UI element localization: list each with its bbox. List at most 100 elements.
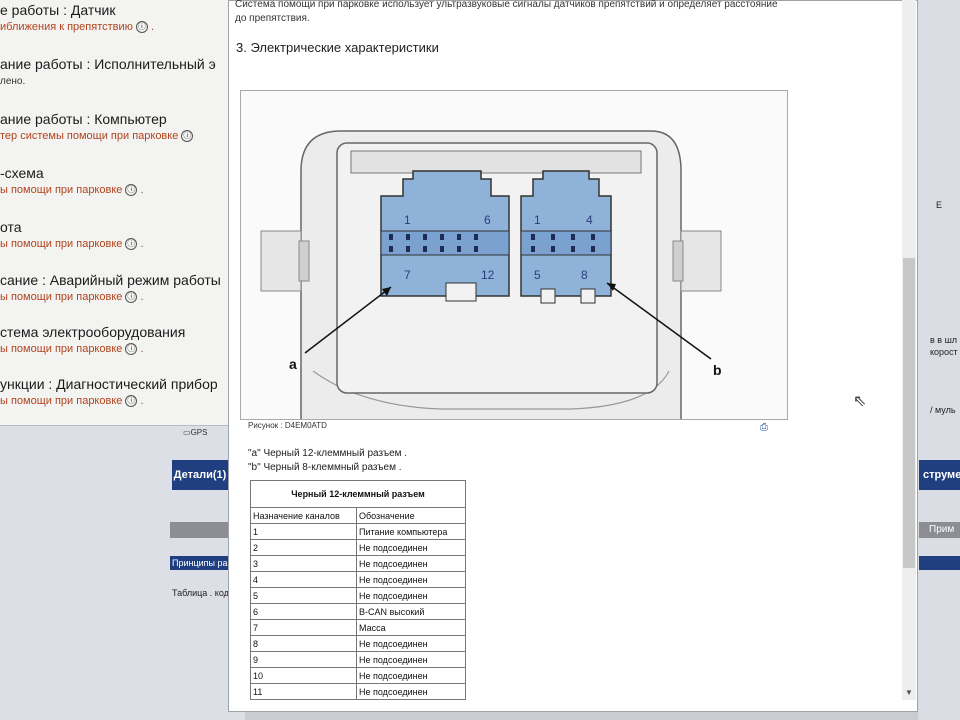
table-cell: 2 [250,539,357,556]
table-cell: Не подсоединен [356,539,466,556]
connector-b-key [540,288,556,304]
description-b: "b" Черный 8-клеммный разъем . [248,462,402,473]
bg-item-sensor[interactable]: е работы : Датчик иближения к препятстви… [0,2,154,33]
left-latch [260,230,302,292]
right-text: Е [936,200,943,210]
table-title: Черный 12-клеммный разъем [250,480,466,508]
bg-item-link[interactable]: ы помощи при парковке ⓘ . [0,184,144,196]
left-latch-tab [298,240,310,282]
table-cell: 4 [250,571,357,588]
connector-b-pin-label: 4 [586,213,593,227]
bg-item-title: ание работы : Исполнительный э [0,56,216,72]
table-cell: 7 [250,619,357,636]
description-a: "a" Черный 12-клеммный разъем . [248,448,408,459]
bg-item-title: сание : Аварийный режим работы [0,272,221,288]
tab-details[interactable]: Детали(1) [172,460,228,490]
bg-item-title: ота [0,219,22,235]
table-row: 1 Питание компьютера [250,523,466,540]
table-row: 7 Масса [250,619,466,636]
bg-item-actuator[interactable]: ание работы : Исполнительный э лено. [0,56,216,87]
right-table-header: Прим [919,522,960,538]
table-header-row: Назначение каналов Обозначение [250,507,466,524]
info-icon: ⓘ [125,238,138,250]
info-icon: ⓘ [125,184,138,196]
section-heading: 3. Электрические характеристики [236,40,439,55]
table-cell: Не подсоединен [356,555,466,572]
table-cell: Масса [356,619,466,636]
bg-item-work[interactable]: ота ы помощи при парковке ⓘ . [0,219,144,250]
table-cell: 3 [250,555,357,572]
background-window: е работы : Датчик иближения к препятстви… [0,0,229,426]
bg-item-link[interactable]: ы помощи при парковке ⓘ . [0,238,144,250]
bg-item-schema[interactable]: -схема ы помощи при парковке ⓘ . [0,165,144,196]
connector-b-key [580,288,596,304]
table-cell: Не подсоединен [356,587,466,604]
callout-b-label: b [713,362,722,378]
table-row: 10 Не подсоединен [250,667,466,684]
table-cell: 11 [250,683,357,700]
scroll-down-icon[interactable]: ▼ [903,688,915,698]
column-header: Обозначение [356,507,466,524]
table-row: 9 Не подсоединен [250,651,466,668]
table-row: 11 Не подсоединен [250,683,466,700]
connector-a-pin-label: 6 [484,213,491,227]
table-cell: 1 [250,523,357,540]
right-selected-row[interactable] [919,556,960,570]
bg-item-title: -схема [0,165,44,181]
connector-a-pin-label: 7 [404,268,411,282]
bg-item-diagnostic[interactable]: ункции : Диагностический прибор ы помощи… [0,376,218,407]
connector-b-pin-label: 1 [534,213,541,227]
info-icon: ⓘ [125,395,138,407]
pin-table: Черный 12-клеммный разъем Назначение кан… [250,480,466,700]
right-text: в в шл [930,335,958,345]
scrollbar-thumb[interactable] [903,258,915,568]
bg-item-link[interactable]: ы помощи при парковке ⓘ . [0,343,185,355]
bg-item-emergency[interactable]: сание : Аварийный режим работы ы помощи … [0,272,221,303]
housing-top-rail [350,150,642,174]
bg-item-link[interactable]: тер системы помощи при парковке ⓘ [0,130,194,142]
right-latch [680,230,722,292]
table-row: 8 Не подсоединен [250,635,466,652]
info-icon: ⓘ [125,291,138,303]
connector-b-pin-label: 5 [534,268,541,282]
bg-item-link[interactable]: ы помощи при парковке ⓘ . [0,395,218,407]
print-icon[interactable]: ⎙ [760,422,768,433]
table-cell: 9 [250,651,357,668]
gps-icon: ▭GPS [183,428,208,437]
table-row: 4 Не подсоединен [250,571,466,588]
bg-item-title: ункции : Диагностический прибор [0,376,218,392]
bg-item-link[interactable]: ы помощи при парковке ⓘ . [0,291,221,303]
table-cell: Не подсоединен [356,683,466,700]
right-latch-tab [672,240,684,282]
mouse-cursor-icon: ⇖ [853,393,867,410]
connector-a-pin-row [380,230,510,256]
connector-diagram: 1 6 7 12 1 4 5 8 a b [260,130,722,419]
bg-item-sub: лено. [0,76,26,87]
table-row: 3 Не подсоединен [250,555,466,572]
bg-item-link[interactable]: иближения к препятствию ⓘ . [0,21,154,33]
intro-line: до препятствия. [235,13,310,24]
bg-item-title: ание работы : Компьютер [0,111,167,127]
right-text: / муль [930,405,956,415]
table-cell: Не подсоединен [356,635,466,652]
info-icon: ⓘ [125,343,138,355]
bg-item-electrical[interactable]: стема электрооборудования ы помощи при п… [0,324,185,355]
right-underlying-page: Е в в шл корост / муль [918,0,960,720]
connector-b-pin-label: 8 [581,268,588,282]
table-cell: 5 [250,587,357,604]
bg-item-computer[interactable]: ание работы : Компьютер тер системы помо… [0,111,194,142]
intro-paragraph: Система помощи при парковке использует у… [235,0,875,25]
table-row: 2 Не подсоединен [250,539,466,556]
bg-item-title: е работы : Датчик [0,2,116,18]
table-cell: Не подсоединен [356,651,466,668]
connector-a-pin-label: 1 [404,213,411,227]
tab-instruments[interactable]: струме [919,460,960,490]
right-text: корост [930,347,958,357]
connector-figure: 1 6 7 12 1 4 5 8 a b [240,90,788,420]
table-cell: Не подсоединен [356,667,466,684]
table-row: 6 B-CAN высокий [250,603,466,620]
table-cell: 8 [250,635,357,652]
table-cell: 6 [250,603,357,620]
table-cell: 10 [250,667,357,684]
table-cell: Не подсоединен [356,571,466,588]
